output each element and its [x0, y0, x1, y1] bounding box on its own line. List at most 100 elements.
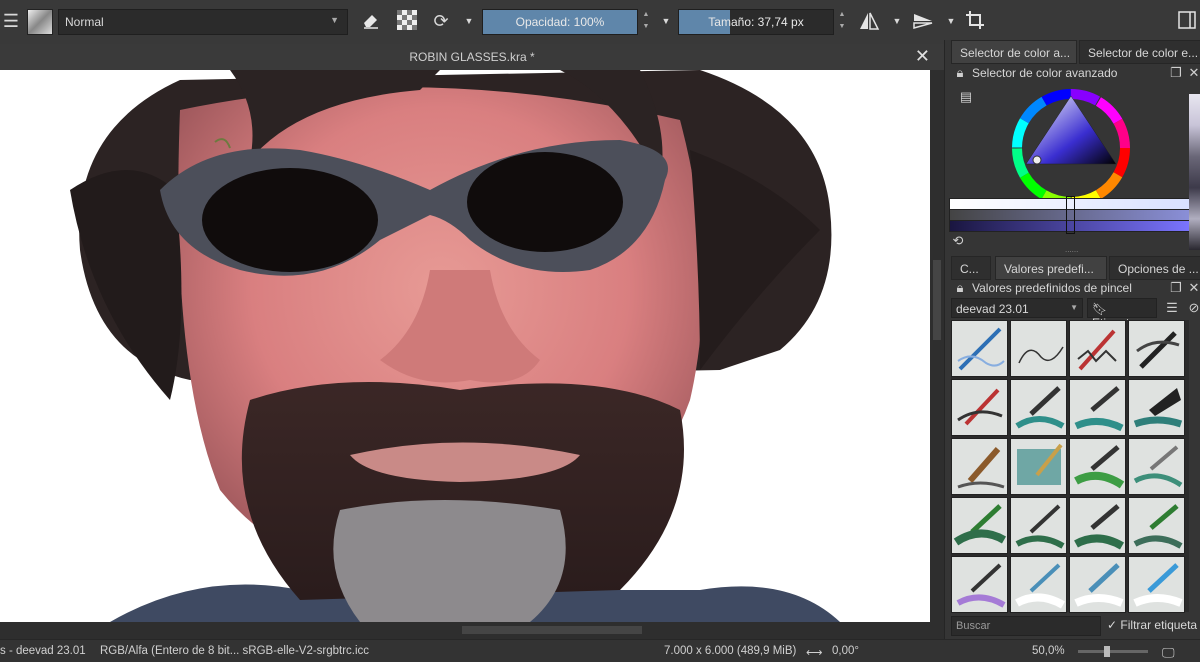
- hamburger-icon[interactable]: ☰: [0, 10, 22, 32]
- panel-title: Valores predefinidos de pincel: [972, 281, 1132, 295]
- chevron-down-icon: ▼: [330, 15, 339, 25]
- status-rotation: 0,00°: [832, 645, 859, 657]
- brush-preset-tile[interactable]: [1128, 497, 1185, 554]
- tab-label: Opciones de ...: [1118, 262, 1199, 276]
- tab-color-selector[interactable]: Selector de color e...: [1079, 40, 1200, 64]
- filter-label: Filtrar etiqueta: [1120, 618, 1198, 632]
- brush-preset-tile[interactable]: [1069, 379, 1126, 436]
- brush-preset-tile[interactable]: [1069, 320, 1126, 377]
- blend-mode-select[interactable]: Normal ▼: [58, 9, 348, 35]
- mirror-horizontal-icon[interactable]: [858, 10, 880, 32]
- opacity-spinner[interactable]: ▲ ▼: [640, 9, 652, 35]
- check-icon: ✓: [1107, 618, 1118, 632]
- blend-mode-value: Normal: [65, 15, 104, 29]
- document-tab[interactable]: ROBIN GLASSES.kra * ✕: [0, 44, 944, 71]
- status-zoom: 50,0%: [1032, 645, 1065, 657]
- hue-ring-triangle[interactable]: [1011, 88, 1131, 208]
- chevron-down-icon: ▼: [1070, 303, 1078, 312]
- brush-preset-tile[interactable]: [1010, 379, 1067, 436]
- brush-preset-grid: [951, 320, 1189, 613]
- brush-preset-tile[interactable]: [1128, 320, 1185, 377]
- float-panel-icon[interactable]: ❐: [1169, 66, 1183, 80]
- chevron-down-icon[interactable]: ▼: [458, 10, 480, 32]
- search-input[interactable]: Buscar: [951, 616, 1101, 636]
- splitter-handle[interactable]: ......: [1065, 246, 1085, 254]
- zoom-slider-handle[interactable]: [1104, 646, 1110, 657]
- tab-label: Valores predefi...: [1004, 262, 1094, 276]
- close-icon[interactable]: ✕: [1187, 66, 1200, 80]
- list-view-icon[interactable]: ☰: [1165, 301, 1179, 315]
- brush-preset-tile[interactable]: [951, 497, 1008, 554]
- brush-preset-tile[interactable]: [951, 320, 1008, 377]
- chevron-down-icon[interactable]: ▼: [940, 10, 962, 32]
- brush-preset-tile[interactable]: [1069, 497, 1126, 554]
- panel-title: Selector de color avanzado: [972, 66, 1118, 80]
- tab-advanced-color-selector[interactable]: Selector de color a...: [951, 40, 1077, 64]
- delete-icon[interactable]: ⊘: [1187, 301, 1200, 315]
- alpha-lock-icon[interactable]: [396, 10, 418, 32]
- preset-set-select[interactable]: deevad 23.01 ▼: [951, 298, 1083, 318]
- size-spinner[interactable]: ▲ ▼: [836, 9, 848, 35]
- portrait-painting: [0, 70, 930, 622]
- bookmark-icon: 🔖︎: [1092, 302, 1108, 316]
- search-placeholder: Buscar: [956, 620, 991, 632]
- screen-fit-icon[interactable]: 🖵︎: [1162, 645, 1175, 661]
- crop-icon[interactable]: [964, 10, 986, 32]
- rotate-icon: ⟷: [806, 647, 823, 659]
- status-dimensions: 7.000 x 6.000 (489,9 MiB): [664, 645, 797, 657]
- lock-icon[interactable]: 🔒︎: [953, 66, 967, 80]
- filter-tag-checkbox[interactable]: ✓ Filtrar etiqueta: [1107, 618, 1197, 632]
- horizontal-scrollbar[interactable]: [0, 622, 944, 639]
- reload-preset-icon[interactable]: ⟳: [430, 10, 452, 32]
- brush-preset-tile[interactable]: [1010, 320, 1067, 377]
- tab-label: Selector de color a...: [960, 46, 1071, 60]
- right-docker: Selector de color a... Selector de color…: [944, 40, 1200, 640]
- chevron-down-icon[interactable]: ▼: [886, 10, 908, 32]
- brush-preset-tile[interactable]: [1010, 497, 1067, 554]
- brush-preset-tile[interactable]: [951, 438, 1008, 495]
- brush-preset-tile[interactable]: [1128, 438, 1185, 495]
- brush-preset-tile[interactable]: [1128, 556, 1185, 613]
- brush-preset-tile[interactable]: [951, 556, 1008, 613]
- brush-preset-tile[interactable]: [1128, 379, 1185, 436]
- status-brush: s - deevad 23.01: [0, 645, 86, 657]
- brush-preset-tile[interactable]: [1010, 438, 1067, 495]
- horizontal-scroll-thumb[interactable]: [462, 626, 642, 634]
- reset-icon[interactable]: ⟲: [951, 234, 965, 248]
- brush-preset-tile[interactable]: [951, 379, 1008, 436]
- zoom-slider[interactable]: [1078, 646, 1148, 657]
- size-label: Tamaño: 37,74 px: [708, 15, 804, 29]
- close-icon[interactable]: ✕: [915, 46, 930, 67]
- close-icon[interactable]: ✕: [1187, 281, 1200, 295]
- slider-handle[interactable]: [1066, 196, 1075, 234]
- mirror-vertical-icon[interactable]: [912, 10, 934, 32]
- size-slider[interactable]: Tamaño: 37,74 px: [678, 9, 834, 35]
- color-history-strip[interactable]: [1189, 94, 1200, 250]
- brush-preset-tile[interactable]: [1010, 556, 1067, 613]
- eraser-icon[interactable]: [360, 10, 382, 32]
- lock-icon[interactable]: 🔒︎: [953, 281, 967, 295]
- status-bar: s - deevad 23.01 RGB/Alfa (Entero de 8 b…: [0, 639, 1200, 662]
- panels-icon[interactable]: [1176, 10, 1198, 32]
- chevron-down-icon[interactable]: ▼: [655, 10, 677, 32]
- tag-select[interactable]: 🔖︎ Etiqueta: [1087, 298, 1157, 330]
- tab-brush-presets[interactable]: Valores predefi...: [995, 256, 1107, 280]
- brush-preset-tile[interactable]: [1069, 556, 1126, 613]
- opacity-label: Opacidad: 100%: [515, 15, 605, 29]
- brush-preset-tile[interactable]: [1069, 438, 1126, 495]
- opacity-slider[interactable]: Opacidad: 100%: [482, 9, 638, 35]
- painting-canvas[interactable]: [0, 70, 930, 622]
- vertical-scrollbar[interactable]: [930, 70, 944, 622]
- tab-c[interactable]: C...: [951, 256, 991, 280]
- float-panel-icon[interactable]: ❐: [1169, 281, 1183, 295]
- tool-options-toolbar: ☰ Normal ▼ ⟳ ▼ Opacidad: 100% ▲ ▼ ▼ Tamañ…: [0, 0, 1200, 45]
- preset-set-value: deevad 23.01: [956, 302, 1029, 316]
- tab-label: C...: [960, 262, 979, 276]
- tab-label: Selector de color e...: [1088, 46, 1199, 60]
- vertical-scroll-thumb[interactable]: [933, 260, 941, 340]
- tab-tool-options[interactable]: Opciones de ...: [1109, 256, 1200, 280]
- brush-preset-swatch[interactable]: [27, 9, 53, 35]
- document-title: ROBIN GLASSES.kra *: [409, 50, 535, 64]
- status-color-space: RGB/Alfa (Entero de 8 bit... sRGB-elle-V…: [100, 645, 370, 657]
- settings-list-icon[interactable]: ▤: [959, 90, 973, 104]
